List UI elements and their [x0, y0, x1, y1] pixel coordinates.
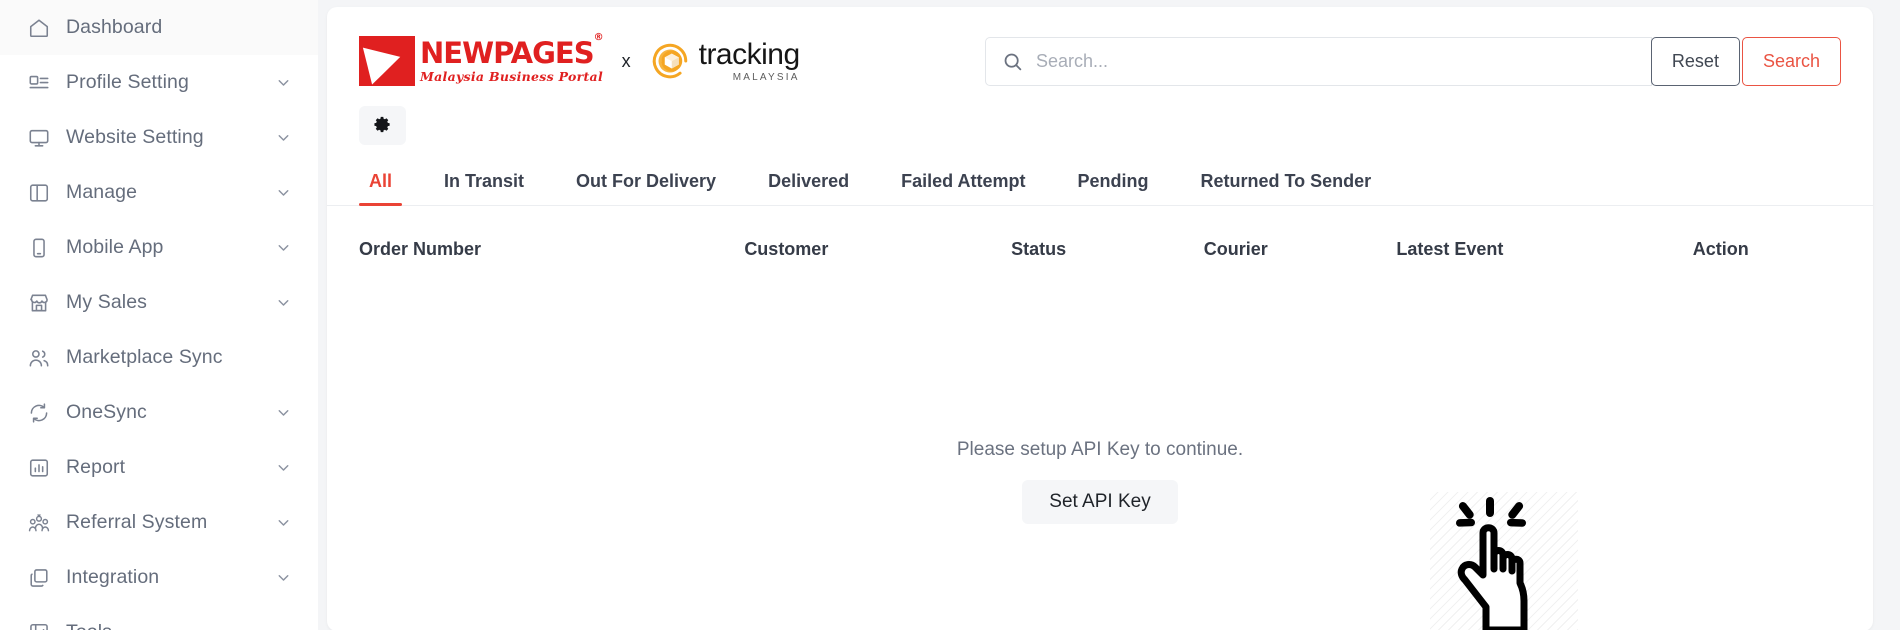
monitor-icon: [26, 125, 52, 151]
store-icon: [26, 290, 52, 316]
chevron-down-icon[interactable]: [274, 239, 292, 257]
search-button[interactable]: Search: [1741, 36, 1841, 86]
sidebar-item-profile-setting[interactable]: Profile Setting: [0, 55, 318, 110]
gear-icon: [373, 115, 392, 137]
bar-chart-icon: [26, 455, 52, 481]
tracking-subtitle: MALAYSIA: [732, 71, 800, 83]
chevron-down-icon[interactable]: [274, 459, 292, 477]
empty-state: Please setup API Key to continue. Set AP…: [327, 439, 1873, 524]
column-header-courier: Courier: [1203, 239, 1268, 259]
sidebar-item-my-sales[interactable]: My Sales: [0, 275, 318, 330]
reset-button[interactable]: Reset: [1650, 36, 1740, 86]
sidebar-item-label: Mobile App: [66, 236, 164, 258]
sidebar-item-manage[interactable]: Manage: [0, 165, 318, 220]
tab-pending[interactable]: Pending: [1067, 171, 1158, 205]
sidebar-item-integration[interactable]: Integration: [0, 550, 318, 605]
sidebar-item-label: Report: [66, 456, 126, 478]
sidebar-item-referral-system[interactable]: Referral System: [0, 495, 318, 550]
set-api-key-button[interactable]: Set API Key: [1022, 480, 1178, 524]
tab-returned-to-sender[interactable]: Returned To Sender: [1190, 171, 1381, 205]
chevron-down-icon[interactable]: [274, 514, 292, 532]
home-icon: [26, 15, 52, 41]
sidebar-item-label: Website Setting: [66, 126, 204, 148]
column-header-order-number: Order Number: [359, 239, 482, 259]
empty-state-message: Please setup API Key to continue.: [956, 439, 1244, 460]
brand-logos: NEWPAGES® Malaysia Business Portal x tra…: [359, 33, 801, 86]
tab-failed-attempt[interactable]: Failed Attempt: [891, 171, 1035, 205]
newpages-wordmark: NEWPAGES®: [420, 33, 604, 70]
orders-table-head: Order Number Customer Status Courier Lat…: [359, 206, 1841, 274]
sidebar-item-label: Profile Setting: [66, 71, 189, 93]
newpages-logo-text: NEWPAGES® Malaysia Business Portal: [420, 33, 604, 86]
chevron-down-icon[interactable]: [274, 569, 292, 587]
sidebar-item-dashboard[interactable]: Dashboard: [0, 0, 318, 55]
layers-icon: [26, 565, 52, 591]
sidebar-item-tools[interactable]: Tools: [0, 605, 318, 630]
chevron-down-icon[interactable]: [274, 184, 292, 202]
app-root: Dashboard Profile Setting Website Setting M…: [0, 0, 1900, 630]
newpages-logo: NEWPAGES® Malaysia Business Portal: [359, 33, 604, 86]
chevron-down-icon[interactable]: [274, 294, 292, 312]
sidebar-item-marketplace-sync[interactable]: Marketplace Sync: [0, 330, 318, 385]
main-content-area: NEWPAGES® Malaysia Business Portal x tra…: [318, 0, 1900, 630]
mobile-icon: [26, 235, 52, 261]
sidebar-item-website-setting[interactable]: Website Setting: [0, 110, 318, 165]
sidebar: Dashboard Profile Setting Website Setting M…: [0, 0, 318, 630]
sync-icon: [26, 400, 52, 426]
sidebar-item-label: Manage: [66, 181, 138, 203]
parcel-swirl-icon: [652, 43, 687, 79]
panel-header: NEWPAGES® Malaysia Business Portal x tra…: [327, 7, 1873, 93]
toolbar-row: [327, 93, 1873, 145]
search-input[interactable]: [1036, 50, 1635, 72]
settings-gear-button[interactable]: [359, 106, 406, 145]
sidebar-item-label: Dashboard: [66, 16, 163, 38]
tab-delivered[interactable]: Delivered: [758, 171, 859, 205]
sidebar-item-report[interactable]: Report: [0, 440, 318, 495]
search-icon: [1002, 51, 1023, 72]
tracking-wordmark: tracking: [698, 37, 801, 71]
tracking-logo-text: tracking MALAYSIA: [698, 37, 801, 83]
orders-table: Order Number Customer Status Courier Lat…: [359, 206, 1841, 274]
sidebar-item-label: Marketplace Sync: [66, 346, 223, 368]
layout-icon: [26, 180, 52, 206]
column-header-status: Status: [1011, 239, 1067, 259]
tab-in-transit[interactable]: In Transit: [434, 171, 534, 205]
sidebar-item-label: Tools: [66, 621, 274, 630]
sidebar-item-mobile-app[interactable]: Mobile App: [0, 220, 318, 275]
registered-trademark-icon: ®: [593, 32, 604, 44]
sidebar-item-label: My Sales: [66, 291, 147, 313]
referral-icon: [26, 510, 52, 536]
tools-icon: [26, 620, 52, 630]
tracking-malaysia-logo: tracking MALAYSIA: [649, 37, 801, 83]
newpages-tagline: Malaysia Business Portal: [420, 68, 603, 84]
newpages-mark-icon: [359, 36, 415, 86]
table-header-row: Order Number Customer Status Courier Lat…: [359, 206, 1841, 274]
status-tabs: All In Transit Out For Delivery Delivered Fa…: [327, 159, 1873, 206]
sidebar-item-label: OneSync: [66, 401, 147, 423]
users-icon: [26, 345, 52, 371]
chevron-down-icon[interactable]: [274, 129, 292, 147]
column-header-customer: Customer: [744, 239, 829, 259]
tracking-panel-card: NEWPAGES® Malaysia Business Portal x tra…: [327, 7, 1873, 630]
sidebar-item-label: Referral System: [66, 511, 208, 533]
logo-conjunction: x: [621, 50, 631, 71]
newpages-wordmark-label: NEWPAGES: [420, 35, 595, 70]
tab-out-for-delivery[interactable]: Out For Delivery: [566, 171, 726, 205]
chevron-down-icon[interactable]: [274, 404, 292, 422]
column-header-action: Action: [1692, 239, 1749, 259]
tab-all[interactable]: All: [359, 171, 403, 206]
search-box[interactable]: [985, 36, 1652, 86]
profile-icon: [26, 70, 52, 96]
sidebar-item-onesync[interactable]: OneSync: [0, 385, 318, 440]
sidebar-item-label: Integration: [66, 566, 160, 588]
orders-table-wrap: Order Number Customer Status Courier Lat…: [327, 206, 1873, 274]
search-group: Reset Search: [985, 36, 1841, 86]
column-header-latest-event: Latest Event: [1396, 239, 1504, 259]
chevron-down-icon[interactable]: [274, 624, 292, 630]
sidebar-nav-list: Dashboard Profile Setting Website Setting M…: [0, 0, 318, 630]
chevron-down-icon[interactable]: [274, 74, 292, 92]
